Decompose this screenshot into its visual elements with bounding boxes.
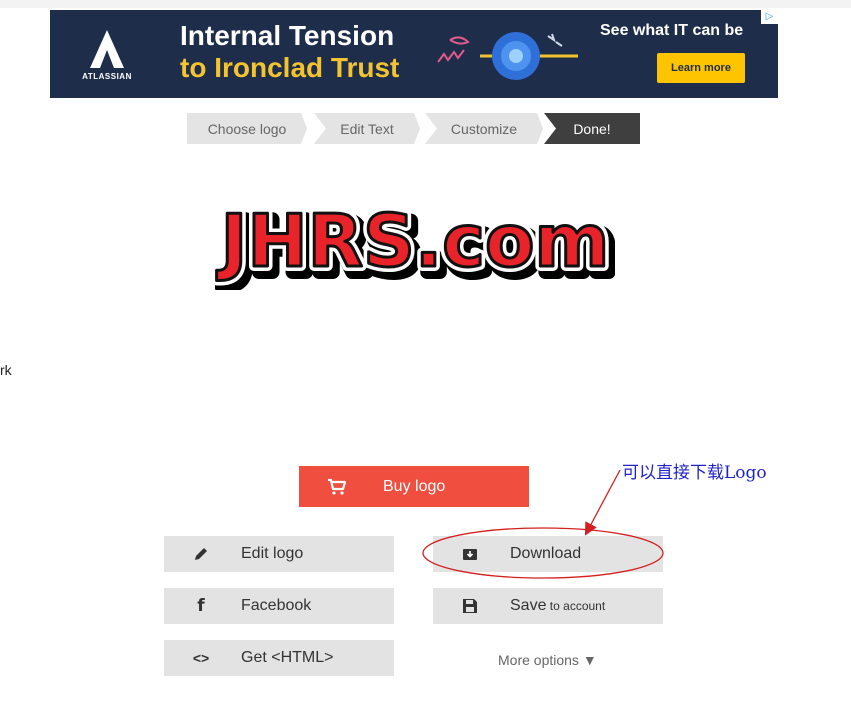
ad-choices-icon[interactable]: ▷ xyxy=(761,10,778,24)
step-choose-logo[interactable]: Choose logo xyxy=(187,113,307,144)
facebook-label: Facebook xyxy=(241,597,312,614)
ad-tagline: See what IT can be xyxy=(600,22,744,39)
edit-logo-label: Edit logo xyxy=(241,545,304,562)
download-box-icon xyxy=(463,549,477,560)
get-html-label: Get <HTML> xyxy=(241,649,334,666)
save-label: Save to account xyxy=(510,597,605,615)
annotation-arrow xyxy=(584,469,621,536)
ad-headline-2: to Ironclad Trust xyxy=(180,52,400,83)
save-label-suffix: to account xyxy=(546,599,606,613)
save-to-account-button[interactable]: Save to account xyxy=(433,588,663,624)
cart-icon xyxy=(328,478,347,495)
step-edit-text[interactable]: Edit Text xyxy=(314,113,420,144)
logo-text: JHRS.com xyxy=(216,199,610,283)
facebook-icon: f xyxy=(197,596,205,616)
wizard-steps: Choose logo Edit Text Customize Done! xyxy=(187,113,640,144)
save-label-main: Save xyxy=(510,597,547,614)
step-customize[interactable]: Customize xyxy=(425,113,543,144)
floppy-disk-icon xyxy=(463,599,477,613)
download-label: Download xyxy=(510,545,582,562)
ad-learn-more-button[interactable]: Learn more xyxy=(657,53,745,83)
get-html-button[interactable]: <> Get <HTML> xyxy=(164,640,394,676)
buy-logo-button[interactable]: Buy logo xyxy=(299,466,529,507)
edit-logo-button[interactable]: Edit logo xyxy=(164,536,394,572)
buy-logo-label: Buy logo xyxy=(383,478,446,495)
step-done[interactable]: Done! xyxy=(544,113,640,144)
ad-brand: ATLASSIAN xyxy=(82,72,132,81)
code-icon: <> xyxy=(192,650,210,666)
ad-illustration-icon xyxy=(437,32,578,80)
download-button[interactable]: Download xyxy=(433,536,663,572)
top-strip xyxy=(0,0,851,8)
ad-headline-1: Internal Tension xyxy=(180,20,395,51)
annotation-note: 可以直接下载Logo xyxy=(622,463,767,483)
more-options-link[interactable]: More options ▼ xyxy=(498,652,597,668)
facebook-button[interactable]: f Facebook xyxy=(164,588,394,624)
logo-preview: JHRS.com JHRS.com JHRS.com xyxy=(215,194,615,290)
side-fragment-text: rk xyxy=(0,362,12,378)
pencil-icon xyxy=(195,548,207,560)
annotation-overlay xyxy=(422,469,664,579)
ad-banner[interactable]: ATLASSIAN Internal Tension to Ironclad T… xyxy=(50,10,778,98)
